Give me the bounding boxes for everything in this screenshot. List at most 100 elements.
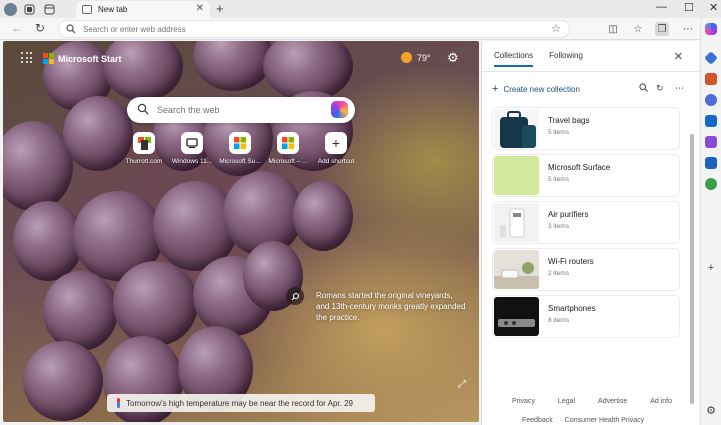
collection-wifi-routers[interactable]: Wi-Fi routers 2 items [493,249,679,290]
collection-title: Travel bags [548,116,590,125]
page-settings-gear-icon[interactable]: ⚙ [447,50,459,66]
back-icon[interactable]: ← [11,21,23,35]
search-icon [137,103,149,115]
collection-count: 2 items [548,270,569,277]
more-options-icon[interactable]: ⋯ [675,83,684,94]
collection-count: 5 items [548,129,569,136]
grape-image [293,181,353,251]
grape-image [113,261,198,346]
expand-icon[interactable]: ⤢ [458,379,466,390]
profile-avatar[interactable] [4,2,17,16]
collections-icon[interactable]: ❐ [655,22,669,36]
split-screen-icon[interactable]: ◫ [606,22,620,36]
collection-count: 8 items [548,317,569,324]
toolbox-icon[interactable] [705,73,717,85]
shortcut-label: Add shortcut [317,158,355,165]
tab-new-tab[interactable]: New tab ✕ [76,1,210,18]
weather-widget[interactable]: 79° [401,52,431,63]
workspaces-icon[interactable] [21,2,37,16]
shortcut-microsoft[interactable]: Microsoft – ... [262,132,314,165]
advertise-link[interactable]: Advertise [598,398,627,405]
microsoft-icon [229,132,251,154]
collection-thumbnail [494,156,539,195]
address-bar[interactable]: ☆ [58,20,570,38]
plus-icon: + [492,83,499,95]
tab-collections[interactable]: Collections [494,51,534,67]
privacy-link[interactable]: Privacy [512,398,535,405]
refresh-icon[interactable]: ↻ [35,21,45,35]
new-tab-icon [82,5,92,14]
feedback-link[interactable]: Feedback [522,417,553,424]
sun-icon [401,52,412,63]
weather-alert-banner[interactable]: Tomorrow's high temperature may be near … [107,394,375,412]
close-window-icon[interactable]: ✕ [709,1,718,14]
close-tab-icon[interactable]: ✕ [196,3,204,14]
copilot-icon[interactable] [705,23,717,35]
plus-icon: + [325,132,347,154]
address-input[interactable] [83,22,523,36]
shortcut-label: Microsoft Su... [219,158,261,165]
pane-tabs: Collections Following [494,51,583,67]
shortcut-thurrott[interactable]: Thurrott.com [118,132,170,165]
tag-icon[interactable] [704,51,718,65]
windows-icon [181,132,203,154]
sync-icon[interactable]: ↻ [656,83,664,94]
image-search-icon[interactable] [286,287,304,305]
search-collections-icon[interactable] [639,83,648,94]
sidebar-settings-gear-icon[interactable]: ⚙ [705,405,717,417]
favorite-star-icon[interactable]: ☆ [551,22,561,35]
apps-launcher-icon[interactable] [21,52,33,64]
create-collection-label: Create new collection [503,84,580,94]
collection-microsoft-surface[interactable]: Microsoft Surface 5 items [493,155,679,196]
web-search-box[interactable] [127,97,355,123]
add-shortcut-button[interactable]: + Add shortcut [310,132,362,165]
grape-image [43,271,118,351]
copilot-icon[interactable] [331,101,348,118]
tab-following[interactable]: Following [549,51,583,67]
collection-smartphones[interactable]: Smartphones 8 items [493,296,679,337]
collection-air-purifiers[interactable]: Air purifiers 3 items [493,202,679,243]
temperature: 79° [417,52,431,63]
search-icon [66,24,76,34]
collection-title: Smartphones [548,304,596,313]
microsoft-icon [277,132,299,154]
tab-title: New tab [98,5,128,14]
shortcut-label: Microsoft – ... [268,158,308,165]
collection-count: 3 items [548,223,569,230]
close-pane-icon[interactable]: ✕ [674,50,683,63]
search-input[interactable] [157,102,317,118]
outlook-icon[interactable] [705,115,717,127]
drop-icon[interactable] [705,178,717,190]
add-app-icon[interactable]: + [705,262,717,274]
shortcut-label: Thurrott.com [125,158,163,165]
new-tab-page: Microsoft Start 79° ⚙ Thurrott.com Windo… [3,41,479,422]
footer-links: Privacy Legal Advertise Ad info [512,398,672,405]
designer-icon[interactable] [705,136,717,148]
maximize-icon[interactable]: ☐ [684,1,694,14]
legal-link[interactable]: Legal [558,398,575,405]
shortcut-microsoft-surface[interactable]: Microsoft Su... [214,132,266,165]
consumer-health-privacy-link[interactable]: Consumer Health Privacy [565,417,644,424]
more-options-icon[interactable]: ⋯ [681,22,695,36]
collection-thumbnail [494,203,539,242]
thurrott-icon [133,132,155,154]
pane-scrollbar[interactable] [690,134,694,404]
ad-info-link[interactable]: Ad info [650,398,672,405]
shortcut-windows11[interactable]: Windows 11... [166,132,218,165]
tab-actions-icon[interactable] [41,2,57,16]
collections-pane: Collections Following ✕ + Create new col… [481,41,700,425]
create-new-collection-button[interactable]: + Create new collection [492,83,580,95]
collection-title: Microsoft Surface [548,163,611,172]
tab-strip: New tab ✕ + — ☐ ✕ [0,0,721,18]
word-icon[interactable] [705,157,717,169]
footer-links-secondary: Feedback Consumer Health Privacy [522,417,644,424]
collection-thumbnail [494,109,539,148]
new-tab-button[interactable]: + [216,1,224,16]
collections-list: Travel bags 5 items Microsoft Surface 5 … [493,108,679,343]
collection-travel-bags[interactable]: Travel bags 5 items [493,108,679,149]
collection-title: Wi-Fi routers [548,257,594,266]
microsoft-start-logo[interactable]: Microsoft Start [43,53,122,64]
minimize-icon[interactable]: — [656,1,667,13]
favorites-icon[interactable]: ☆ [631,22,645,36]
games-icon[interactable] [705,94,717,106]
